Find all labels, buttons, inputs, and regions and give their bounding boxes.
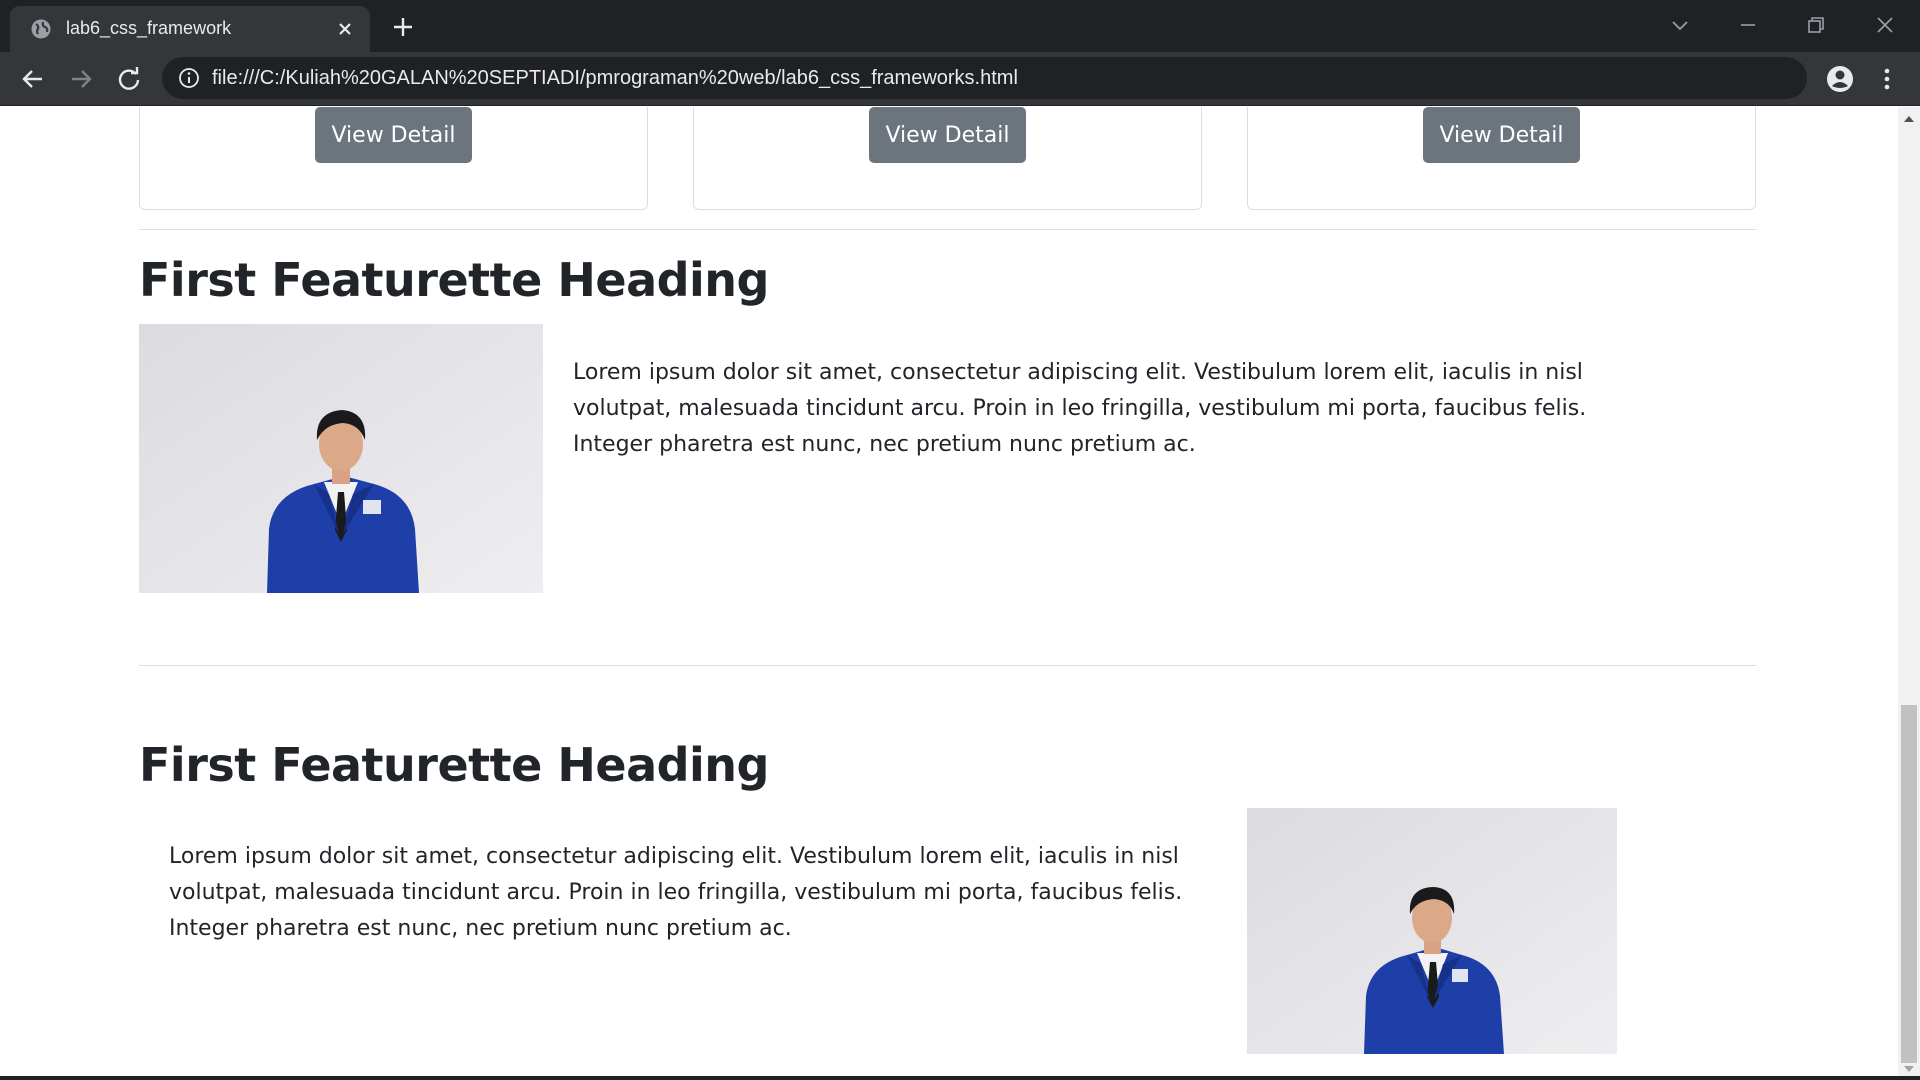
screen-bottom-edge bbox=[0, 1076, 1920, 1080]
text-line: volutpat, malesuada tincidunt arcu. Proi… bbox=[573, 396, 1587, 421]
profile-icon[interactable] bbox=[1825, 64, 1855, 94]
browser-tab[interactable]: lab6_css_framework bbox=[10, 6, 370, 52]
tab-title: lab6_css_framework bbox=[66, 18, 232, 38]
featurette-image bbox=[1247, 808, 1617, 1054]
featurette-image bbox=[139, 324, 543, 593]
scrollbar-thumb[interactable] bbox=[1901, 705, 1917, 1063]
page-viewport: View Detail View Detail View Detail Firs… bbox=[0, 107, 1898, 1080]
divider bbox=[139, 229, 1756, 230]
minimize-icon[interactable] bbox=[1733, 10, 1763, 40]
text-line: Lorem ipsum dolor sit amet, consectetur … bbox=[169, 844, 1179, 869]
text-line: Lorem ipsum dolor sit amet, consectetur … bbox=[573, 360, 1583, 385]
person-photo bbox=[139, 324, 543, 593]
tab-search-icon[interactable] bbox=[1665, 10, 1695, 40]
tab-strip: lab6_css_framework bbox=[0, 0, 1920, 52]
address-bar[interactable]: file:///C:/Kuliah%20GALAN%20SEPTIADI/pmr… bbox=[162, 57, 1807, 99]
text-line: volutpat, malesuada tincidunt arcu. Proi… bbox=[169, 880, 1183, 905]
view-detail-button[interactable]: View Detail bbox=[315, 107, 472, 163]
divider bbox=[139, 665, 1756, 666]
text-line: Integer pharetra est nunc, nec pretium n… bbox=[573, 432, 1196, 457]
featurette-text: Lorem ipsum dolor sit amet, consectetur … bbox=[573, 355, 1586, 463]
card: View Detail bbox=[139, 107, 648, 210]
browser-toolbar: file:///C:/Kuliah%20GALAN%20SEPTIADI/pmr… bbox=[0, 52, 1920, 106]
vertical-scrollbar[interactable] bbox=[1898, 107, 1920, 1080]
featurette-heading: First Featurette Heading bbox=[139, 738, 769, 792]
forward-icon[interactable] bbox=[67, 65, 95, 93]
close-icon[interactable] bbox=[334, 18, 356, 40]
restore-icon[interactable] bbox=[1801, 10, 1831, 40]
featurette-heading: First Featurette Heading bbox=[139, 253, 769, 307]
scroll-down-icon[interactable] bbox=[1903, 1065, 1915, 1073]
reload-icon[interactable] bbox=[115, 65, 143, 93]
card: View Detail bbox=[1247, 107, 1756, 210]
info-icon[interactable] bbox=[178, 67, 200, 89]
globe-icon bbox=[31, 19, 51, 39]
view-detail-button[interactable]: View Detail bbox=[1423, 107, 1580, 163]
back-icon[interactable] bbox=[19, 65, 47, 93]
card: View Detail bbox=[693, 107, 1202, 210]
window-close-icon[interactable] bbox=[1870, 10, 1900, 40]
plus-icon[interactable] bbox=[390, 14, 416, 40]
view-detail-button[interactable]: View Detail bbox=[869, 107, 1026, 163]
featurette-text: Lorem ipsum dolor sit amet, consectetur … bbox=[169, 839, 1182, 947]
text-line: Integer pharetra est nunc, nec pretium n… bbox=[169, 916, 792, 941]
person-photo bbox=[1247, 808, 1617, 1054]
address-url: file:///C:/Kuliah%20GALAN%20SEPTIADI/pmr… bbox=[212, 67, 1018, 89]
menu-icon[interactable] bbox=[1873, 65, 1901, 93]
scroll-up-icon[interactable] bbox=[1903, 115, 1915, 123]
